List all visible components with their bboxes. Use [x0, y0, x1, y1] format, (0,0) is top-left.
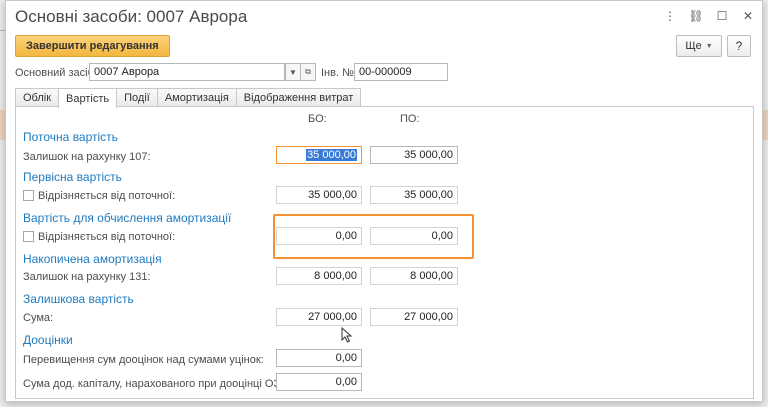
initial-differs-checkbox[interactable] — [23, 190, 34, 201]
tab-bar: Облік Вартість Події Амортизація Відобра… — [15, 88, 362, 108]
additional-capital-label: Сума дод. капіталу, нарахованого при доо… — [23, 378, 284, 390]
current-bo-value: 35 000,00 — [306, 149, 357, 161]
initial-po-field: 35 000,00 — [370, 186, 458, 204]
finish-editing-button[interactable]: Завершити редагування — [15, 35, 170, 57]
tab-events[interactable]: Події — [116, 88, 158, 107]
tab-depreciation[interactable]: Амортизація — [156, 88, 237, 107]
maximize-icon[interactable]: ☐ — [716, 9, 728, 23]
chevron-down-icon: ▼ — [289, 67, 297, 77]
help-button[interactable]: ? — [727, 35, 751, 57]
more-menu-icon[interactable]: ⋮ — [664, 9, 676, 23]
residual-row-label: Сума: — [23, 312, 54, 324]
link-icon[interactable]: ⛓ — [688, 9, 703, 23]
section-title-residual: Залишкова вартість — [23, 292, 134, 306]
more-button[interactable]: Ще ▼ — [676, 35, 722, 57]
mouse-cursor-icon — [341, 327, 353, 343]
accumulated-bo-field: 8 000,00 — [276, 267, 362, 285]
initial-differs-label: Відрізняється від поточної: — [38, 190, 176, 202]
depreciation-differs-checkbox[interactable] — [23, 231, 34, 242]
asset-dropdown-button[interactable]: ▼ — [285, 63, 301, 81]
window-title: Основні засоби: 0007 Аврора — [15, 7, 248, 26]
asset-open-button[interactable]: ⧉ — [300, 63, 316, 81]
inv-number-label: Інв. №: — [321, 67, 357, 79]
asset-form-window: Основні засоби: 0007 Аврора ⋮ ⛓ ☐ ✕ Заве… — [5, 0, 763, 402]
section-title-revaluation: Дооцінки — [23, 333, 73, 347]
accumulated-po-field: 8 000,00 — [370, 267, 458, 285]
accumulated-row-label: Залишок на рахунку 131: — [23, 271, 151, 283]
revaluation-excess-field[interactable]: 0,00 — [276, 349, 362, 367]
asset-label: Основний засіб: — [15, 67, 97, 79]
current-po-field[interactable]: 35 000,00 — [370, 146, 458, 164]
residual-po-field: 27 000,00 — [370, 308, 458, 326]
section-title-accumulated: Накопичена амортизація — [23, 252, 162, 266]
tab-cost[interactable]: Вартість — [58, 88, 118, 108]
section-title-depreciation-calc: Вартість для обчислення амортизації — [23, 211, 232, 225]
initial-bo-field: 35 000,00 — [276, 186, 362, 204]
section-title-current: Поточна вартість — [23, 130, 118, 144]
inv-number-field[interactable]: 00-000009 — [354, 63, 448, 81]
column-header-bo: БО: — [308, 113, 327, 125]
close-icon[interactable]: ✕ — [742, 9, 754, 23]
chevron-down-icon: ▼ — [705, 42, 713, 50]
revaluation-excess-label: Перевищення сум дооцінок над сумами уцін… — [23, 354, 264, 366]
tab-accounting[interactable]: Облік — [15, 88, 60, 107]
additional-capital-field[interactable]: 0,00 — [276, 373, 362, 391]
column-header-po: ПО: — [400, 113, 420, 125]
current-row-label: Залишок на рахунку 107: — [23, 151, 151, 163]
open-icon: ⧉ — [305, 67, 311, 76]
current-bo-field[interactable]: 35 000,00 — [276, 146, 362, 164]
window-controls: ⋮ ⛓ ☐ ✕ — [664, 9, 754, 23]
asset-field[interactable]: 0007 Аврора — [89, 63, 285, 81]
residual-bo-field: 27 000,00 — [276, 308, 362, 326]
more-button-label: Ще — [685, 40, 702, 52]
tab-expense-display[interactable]: Відображення витрат — [235, 88, 362, 107]
highlight-frame — [273, 214, 474, 259]
depreciation-differs-label: Відрізняється від поточної: — [38, 231, 176, 243]
section-title-initial: Первісна вартість — [23, 170, 122, 184]
